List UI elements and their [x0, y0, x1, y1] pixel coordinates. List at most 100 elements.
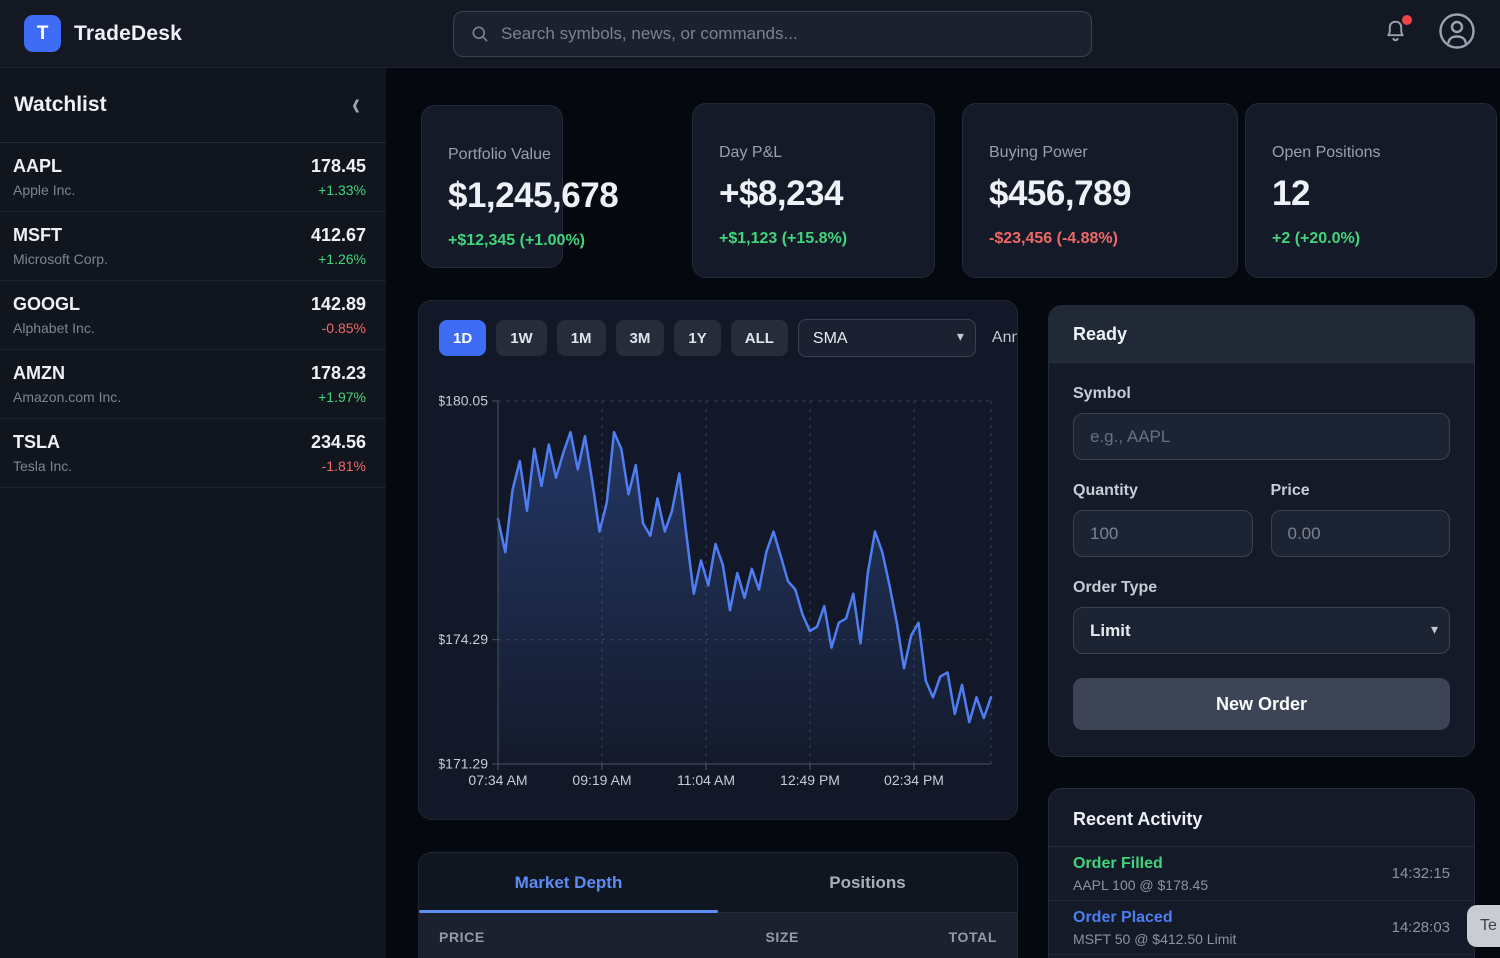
- price-chart[interactable]: $180.05 $174.29 $171.2907:34 AM 09:19 AM 11:…: [439, 371, 997, 791]
- last-price: 412.67: [311, 225, 366, 246]
- svg-text:$180.05: $180.05: [439, 393, 488, 409]
- activity-title: Order Filled: [1073, 855, 1208, 873]
- activity-list: Order FilledAAPL 100 @ $178.4514:32:15Or…: [1049, 847, 1474, 955]
- price-input[interactable]: [1271, 510, 1451, 557]
- account-button[interactable]: [1438, 12, 1476, 55]
- chart-toolbar: 1D1W1M3M1YALL SMA ▾ Anno: [439, 319, 997, 357]
- last-price: 142.89: [311, 294, 366, 315]
- activity-detail: AAPL 100 @ $178.45: [1073, 877, 1208, 893]
- timeframe-button-1w[interactable]: 1W: [496, 320, 547, 356]
- column-header-price: PRICE: [439, 929, 625, 945]
- svg-text:09:19 AM: 09:19 AM: [572, 772, 631, 788]
- activity-time: 14:28:03: [1392, 919, 1450, 936]
- stat-value: $1,245,678: [448, 176, 562, 216]
- stat-value: +$8,234: [719, 174, 934, 214]
- tab-market-depth[interactable]: Market Depth: [419, 853, 718, 912]
- recent-activity-title: Recent Activity: [1049, 789, 1474, 847]
- search-box[interactable]: [453, 11, 1092, 57]
- company-name: Tesla Inc.: [13, 458, 72, 474]
- indicator-select[interactable]: SMA: [798, 319, 976, 357]
- svg-text:$174.29: $174.29: [439, 631, 488, 647]
- activity-item-left: Order Filled AAPL 100 @ $178.45: [1073, 855, 1208, 893]
- company-name: Microsoft Corp.: [13, 251, 108, 267]
- activity-item-left: Order Placed MSFT 50 @ $412.50 Limit: [1073, 909, 1236, 947]
- main-content: Portfolio Value $1,245,678 +$12,345 (+1.00…: [386, 68, 1500, 958]
- watchlist-item-msft[interactable]: MSFT Microsoft Corp. 412.67 +1.26%: [0, 212, 386, 281]
- symbol: GOOGL: [13, 294, 95, 315]
- timeframe-button-1m[interactable]: 1M: [557, 320, 606, 356]
- stat-label: Day P&L: [719, 144, 934, 162]
- watchlist-title: Watchlist: [14, 93, 107, 117]
- stat-value: $456,789: [989, 174, 1237, 214]
- timeframe-button-3m[interactable]: 3M: [616, 320, 665, 356]
- symbol: AMZN: [13, 363, 121, 384]
- company-name: Amazon.com Inc.: [13, 389, 121, 405]
- search-input[interactable]: [501, 24, 1075, 44]
- order-status: Ready: [1049, 306, 1474, 363]
- watchlist-item-left: TSLATesla Inc.: [13, 432, 72, 474]
- order-type-select[interactable]: Limit: [1073, 607, 1450, 654]
- stat-change: -$23,456 (-4.88%): [989, 230, 1237, 248]
- watchlist-item-right: 178.23+1.97%: [311, 363, 366, 405]
- svg-text:07:34 AM: 07:34 AM: [468, 772, 527, 788]
- order-type-label: Order Type: [1073, 579, 1450, 597]
- quantity-input[interactable]: [1073, 510, 1253, 557]
- notifications-button[interactable]: [1383, 18, 1408, 49]
- watchlist-item-googl[interactable]: GOOGL Alphabet Inc. 142.89 -0.85%: [0, 281, 386, 350]
- activity-title: Order Placed: [1073, 909, 1236, 927]
- stat-card-portfolio-value: Portfolio Value $1,245,678 +$12,345 (+1.00…: [421, 105, 563, 268]
- percent-change: +1.26%: [311, 251, 366, 267]
- percent-change: +1.33%: [311, 182, 366, 198]
- stat-card-buying-power: Buying Power$456,789-$23,456 (-4.88%): [962, 103, 1238, 278]
- quantity-label: Quantity: [1073, 482, 1253, 500]
- timeframe-button-1y[interactable]: 1Y: [674, 320, 720, 356]
- symbol-input[interactable]: [1073, 413, 1450, 460]
- svg-text:02:34 PM: 02:34 PM: [884, 772, 944, 788]
- watchlist-item-left: MSFT Microsoft Corp.: [13, 225, 108, 267]
- watchlist-item-right: 234.56-1.81%: [311, 432, 366, 474]
- bottom-tabs: Market DepthPositions: [419, 853, 1017, 913]
- stat-label: Open Positions: [1272, 144, 1496, 162]
- search-icon: [470, 24, 490, 44]
- stat-value: 12: [1272, 174, 1496, 214]
- activity-time: 14:32:15: [1392, 865, 1450, 882]
- timeframe-button-all[interactable]: ALL: [731, 320, 788, 356]
- collapse-sidebar-button[interactable]: ‹: [352, 88, 360, 122]
- percent-change: +1.97%: [311, 389, 366, 405]
- app-logo: T: [24, 15, 61, 52]
- toast-notification: Te: [1467, 905, 1500, 947]
- stats-row: Portfolio Value $1,245,678 +$12,345 (+1.00…: [418, 103, 1500, 278]
- svg-text:11:04 AM: 11:04 AM: [677, 772, 735, 788]
- order-ticket-card: Ready Symbol Quantity Price: [1048, 305, 1475, 757]
- activity-detail: MSFT 50 @ $412.50 Limit: [1073, 931, 1236, 947]
- watchlist-item-right: 412.67 +1.26%: [311, 225, 366, 267]
- watchlist-item-amzn[interactable]: AMZN Amazon.com Inc. 178.23+1.97%: [0, 350, 386, 419]
- symbol: MSFT: [13, 225, 108, 246]
- watchlist-item-aapl[interactable]: AAPLApple Inc.178.45+1.33%: [0, 143, 386, 212]
- recent-activity-card: Recent Activity Order Filled AAPL 100 @ $…: [1048, 788, 1475, 958]
- timeframe-button-1d[interactable]: 1D: [439, 320, 486, 356]
- watchlist-list: AAPLApple Inc.178.45+1.33% MSFT Microsoft …: [0, 143, 386, 488]
- svg-text:$171.29: $171.29: [439, 756, 488, 772]
- activity-item: Order Filled AAPL 100 @ $178.45 14:32:15: [1049, 847, 1474, 901]
- indicator-select-wrap: SMA ▾: [798, 319, 976, 357]
- stat-card-day-p-l: Day P&L +$8,234 +$1,123 (+15.8%): [692, 103, 935, 278]
- column-header-size: SIZE: [625, 929, 811, 945]
- timeframe-buttons: 1D 1W 1M 3M1Y ALL: [439, 320, 788, 356]
- svg-text:12:49 PM: 12:49 PM: [780, 772, 840, 788]
- tab-positions[interactable]: Positions: [718, 853, 1017, 912]
- stat-card-open-positions: Open Positions12+2 (+20.0%): [1245, 103, 1497, 278]
- topbar: T TradeDesk: [0, 0, 1500, 68]
- watchlist-item-left: GOOGL Alphabet Inc.: [13, 294, 95, 336]
- order-type-select-wrap: Limit ▾: [1073, 607, 1450, 654]
- percent-change: -0.85%: [311, 320, 366, 336]
- stat-label: Portfolio Value: [448, 146, 562, 164]
- watchlist-item-tsla[interactable]: TSLATesla Inc. 234.56-1.81%: [0, 419, 386, 488]
- annotate-button[interactable]: Anno: [992, 329, 1018, 347]
- stat-change: +$12,345 (+1.00%): [448, 232, 562, 250]
- stat-change: +$1,123 (+15.8%): [719, 230, 934, 248]
- global-search: [453, 11, 1092, 57]
- percent-change: -1.81%: [311, 458, 366, 474]
- new-order-button[interactable]: New Order: [1073, 678, 1450, 730]
- company-name: Alphabet Inc.: [13, 320, 95, 336]
